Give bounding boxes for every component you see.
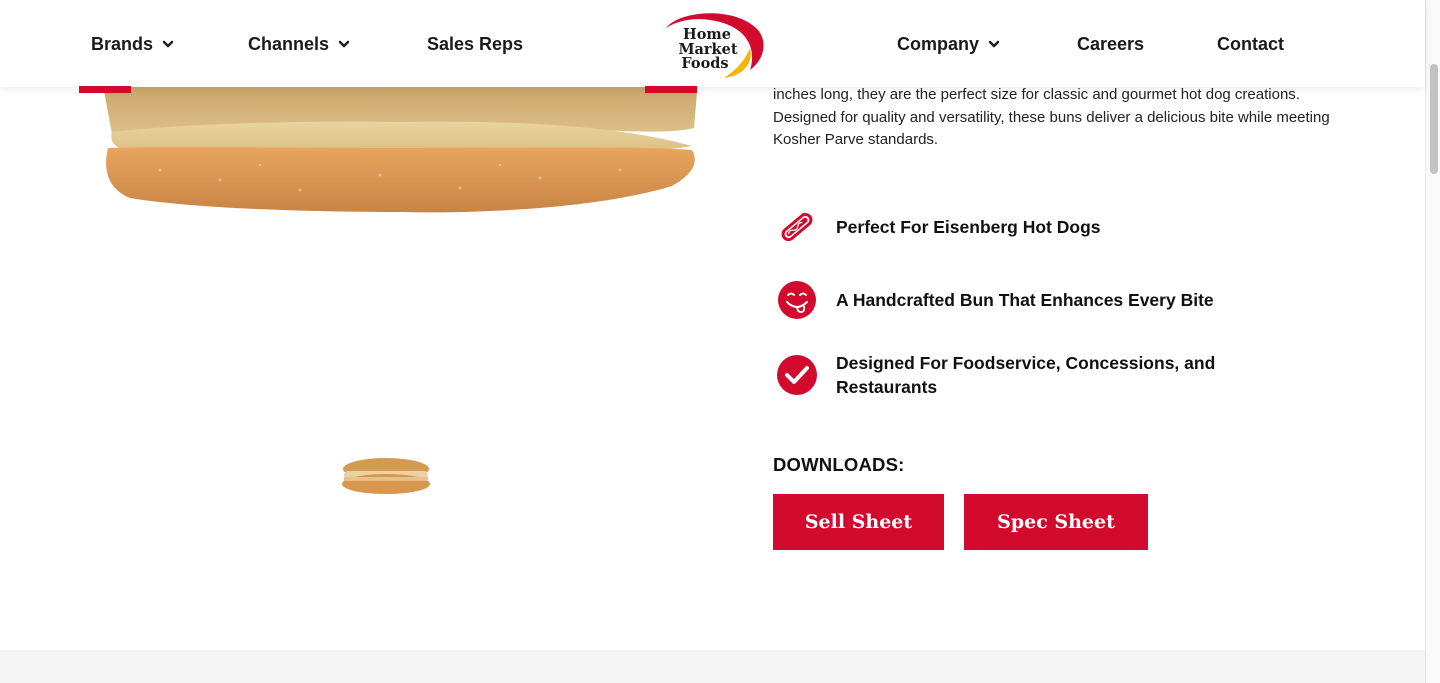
nav-careers[interactable]: Careers (1077, 32, 1144, 56)
nav-company-label: Company (897, 33, 980, 54)
product-thumbnail[interactable] (340, 455, 432, 497)
feature-item: A Handcrafted Bun That Enhances Every Bi… (776, 279, 1286, 321)
logo-graphic: Home Market Foods (662, 11, 764, 78)
nav-careers-label: Careers (1077, 33, 1145, 54)
home-market-foods-logo[interactable]: Home Market Foods (658, 8, 768, 80)
smiley-face-icon (776, 279, 818, 321)
nav-company[interactable]: Company (897, 32, 1000, 56)
hot-dog-icon (776, 206, 818, 248)
downloads-heading: DOWNLOADS: (773, 454, 905, 475)
feature-text: Perfect For Eisenberg Hot Dogs (836, 217, 1101, 237)
logo-text-foods: Foods (681, 55, 728, 72)
nav-brands[interactable]: Brands (91, 32, 174, 56)
sell-sheet-label: Sell Sheet (804, 511, 913, 533)
nav-channels-label: Channels (248, 33, 330, 54)
nav-sales-reps[interactable]: Sales Reps (427, 32, 523, 56)
section-divider-band (0, 650, 1425, 683)
chevron-down-icon (989, 39, 1000, 49)
nav-contact[interactable]: Contact (1217, 32, 1284, 56)
sell-sheet-button[interactable]: Sell Sheet (773, 494, 944, 550)
chevron-down-icon (163, 39, 174, 49)
page-scrollbar[interactable] (1425, 0, 1440, 683)
nav-brands-label: Brands (91, 33, 154, 54)
spec-sheet-label: Spec Sheet (997, 511, 1115, 533)
scrollbar-thumb[interactable] (1430, 64, 1438, 174)
feature-item: Perfect For Eisenberg Hot Dogs (776, 206, 1286, 248)
spec-sheet-button[interactable]: Spec Sheet (964, 494, 1148, 550)
feature-text: A Handcrafted Bun That Enhances Every Bi… (836, 290, 1214, 310)
feature-text: Designed For Foodservice, Concessions, a… (836, 353, 1216, 397)
nav-channels[interactable]: Channels (248, 32, 350, 56)
chevron-down-icon (339, 39, 350, 49)
feature-item: Designed For Foodservice, Concessions, a… (776, 351, 1286, 399)
gallery-prev-tab[interactable] (79, 86, 131, 93)
nav-contact-label: Contact (1217, 33, 1284, 54)
checkmark-icon (776, 354, 818, 396)
gallery-next-tab[interactable] (645, 86, 697, 93)
site-header: Brands Channels Sales Reps Home Market F… (0, 0, 1425, 87)
nav-sales-reps-label: Sales Reps (427, 33, 524, 54)
product-description: inches long, they are the perfect size f… (773, 86, 1330, 148)
